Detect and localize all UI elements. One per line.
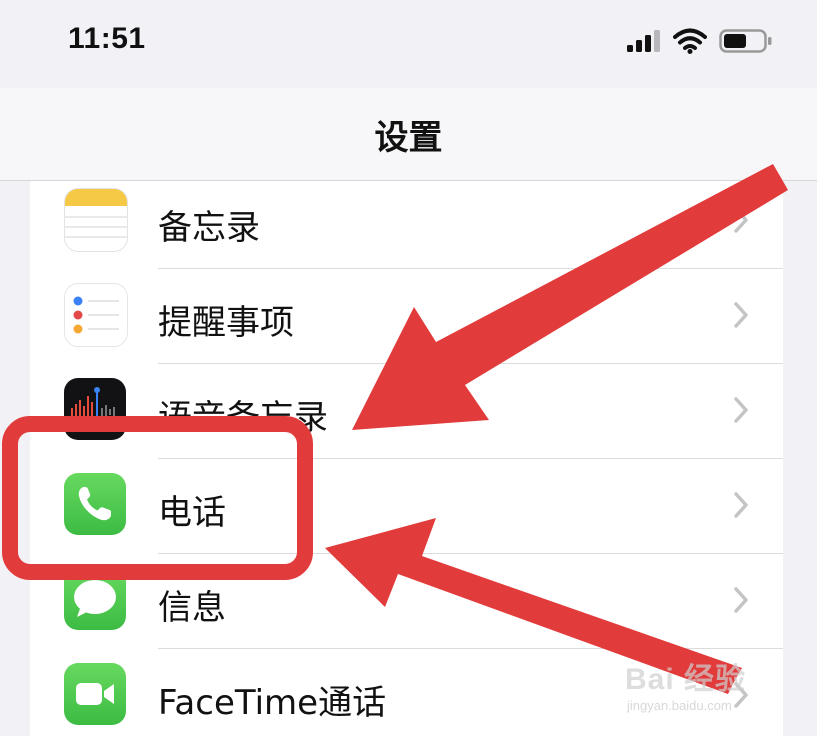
voice-memos-icon — [64, 378, 126, 440]
settings-row-reminders[interactable]: 提醒事项 — [30, 269, 783, 364]
settings-row-voice-memos[interactable]: 语音备忘录 — [30, 364, 783, 459]
notes-icon — [64, 188, 128, 252]
battery-icon — [719, 29, 772, 53]
facetime-icon — [64, 663, 126, 725]
watermark-url: jingyan.baidu.com — [627, 698, 732, 713]
reminders-icon — [64, 283, 128, 347]
chevron-right-icon — [734, 207, 748, 233]
signal-icon — [627, 30, 660, 52]
messages-icon — [64, 568, 126, 630]
phone-icon — [64, 473, 126, 535]
chevron-right-icon — [734, 397, 748, 423]
watermark-logo: Bai 经验 — [625, 663, 747, 696]
settings-row-label: 提醒事项 — [158, 303, 294, 343]
chevron-right-icon — [734, 492, 748, 518]
watermark: Bai 经验 jingyan.baidu.com — [625, 650, 795, 730]
settings-row-messages[interactable]: 信息 — [30, 554, 783, 649]
settings-row-phone[interactable]: 电话 — [30, 459, 783, 554]
status-time: 11:51 — [68, 22, 146, 55]
settings-row-label: 备忘录 — [158, 208, 260, 248]
wifi-icon — [673, 28, 707, 54]
settings-row-label: 信息 — [158, 588, 226, 628]
navigation-bar: 设置 — [0, 88, 817, 181]
settings-row-label: FaceTime通话 — [158, 683, 387, 723]
page-title: 设置 — [374, 118, 443, 158]
settings-row-label: 语音备忘录 — [158, 398, 328, 438]
chevron-right-icon — [734, 587, 748, 613]
settings-row-notes[interactable]: 备忘录 — [30, 181, 783, 269]
chevron-right-icon — [734, 302, 748, 328]
settings-row-label: 电话 — [158, 493, 226, 533]
status-bar: 11:51 — [0, 0, 817, 88]
